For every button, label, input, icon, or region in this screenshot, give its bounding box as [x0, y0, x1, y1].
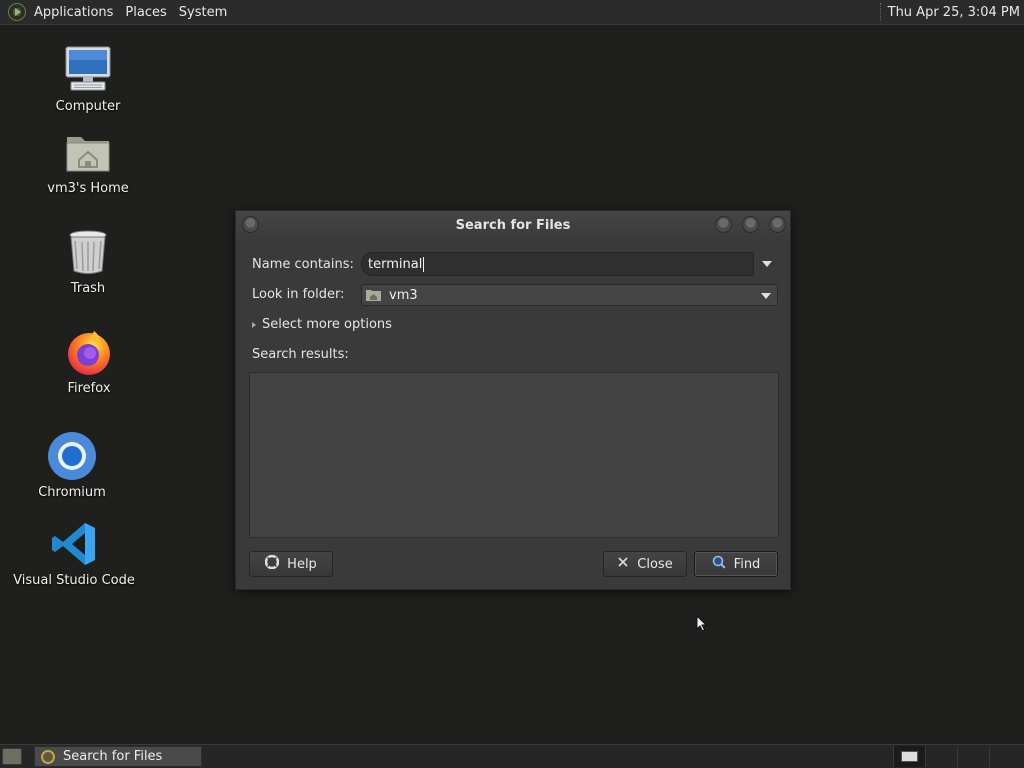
panel-separator — [879, 3, 882, 21]
search-icon — [712, 555, 726, 573]
menu-places[interactable]: Places — [119, 0, 172, 25]
taskbar-item-label: Search for Files — [63, 749, 163, 764]
trash-icon — [63, 227, 113, 277]
workspace-4[interactable] — [989, 746, 1021, 767]
close-button-label: Close — [637, 556, 673, 572]
desktop-icon-label: Firefox — [67, 381, 111, 396]
menu-applications[interactable]: Applications — [28, 0, 119, 25]
chromium-icon — [47, 431, 97, 481]
home-folder-icon — [366, 289, 381, 301]
desktop-icon-label: Trash — [70, 281, 106, 296]
clock-area: Thu Apr 25, 3:04 PM — [879, 0, 1024, 25]
help-button-label: Help — [287, 556, 317, 572]
desktop-icon-label: Computer — [55, 99, 121, 114]
find-button-label: Find — [733, 556, 761, 572]
home-folder-icon — [63, 127, 113, 177]
bottom-panel: Search for Files — [0, 744, 1024, 768]
look-in-folder-select[interactable]: vm3 — [361, 284, 778, 306]
workspace-2[interactable] — [925, 746, 957, 767]
dialog-title: Search for Files — [455, 217, 571, 233]
name-contains-value: terminal — [368, 256, 423, 272]
search-results-list[interactable] — [249, 372, 779, 538]
menu-system[interactable]: System — [173, 0, 233, 25]
dialog-titlebar[interactable]: Search for Files — [236, 211, 790, 239]
desktop-icon-label: Visual Studio Code — [13, 573, 135, 588]
window-menu-button[interactable] — [242, 216, 259, 233]
workspace-1[interactable] — [893, 746, 925, 767]
name-contains-input[interactable]: terminal — [361, 252, 754, 276]
help-button[interactable]: Help — [249, 551, 333, 577]
desktop-icon-chromium[interactable]: Chromium — [12, 431, 132, 500]
help-icon — [264, 554, 280, 573]
top-panel: Applications Places System Thu Apr 25, 3… — [0, 0, 1024, 25]
show-desktop-button[interactable] — [2, 748, 22, 765]
find-button[interactable]: Find — [694, 551, 778, 577]
search-icon — [41, 749, 55, 764]
desktop-icon-vscode[interactable]: Visual Studio Code — [13, 519, 135, 588]
taskbar-item-search-for-files[interactable]: Search for Files — [34, 746, 202, 767]
select-more-options-expander[interactable]: Select more options — [252, 317, 392, 332]
select-more-options-label: Select more options — [262, 317, 392, 332]
close-window-button[interactable] — [769, 216, 786, 233]
mate-logo-icon[interactable] — [8, 3, 26, 21]
look-in-folder-value: vm3 — [389, 287, 418, 303]
desktop-icon-computer[interactable]: Computer — [28, 45, 148, 114]
chevron-down-icon — [762, 261, 772, 267]
minimize-button[interactable] — [715, 216, 732, 233]
text-cursor — [423, 256, 425, 272]
firefox-icon — [64, 327, 114, 377]
computer-icon — [63, 45, 113, 95]
desktop-icon-label: vm3's Home — [47, 181, 129, 196]
workspace-switcher — [893, 746, 1024, 767]
expander-arrow-icon — [252, 321, 256, 328]
desktop-icon-home[interactable]: vm3's Home — [28, 127, 148, 196]
desktop-icon-label: Chromium — [38, 485, 106, 500]
search-results-label: Search results: — [252, 347, 349, 362]
close-icon — [617, 556, 629, 572]
desktop-icon-firefox[interactable]: Firefox — [29, 327, 149, 396]
maximize-button[interactable] — [742, 216, 759, 233]
workspace-3[interactable] — [957, 746, 989, 767]
look-in-folder-label: Look in folder: — [252, 287, 345, 302]
workspace-window-thumbnail — [901, 751, 918, 762]
close-button[interactable]: Close — [603, 551, 687, 577]
name-history-dropdown[interactable] — [756, 252, 778, 276]
mouse-pointer-icon — [696, 615, 708, 632]
vscode-icon — [49, 519, 99, 569]
search-for-files-dialog: Search for Files Name contains: terminal… — [235, 210, 791, 590]
chevron-down-icon — [761, 293, 771, 299]
clock[interactable]: Thu Apr 25, 3:04 PM — [888, 5, 1024, 20]
name-contains-label: Name contains: — [252, 257, 354, 272]
desktop-icon-trash[interactable]: Trash — [28, 227, 148, 296]
